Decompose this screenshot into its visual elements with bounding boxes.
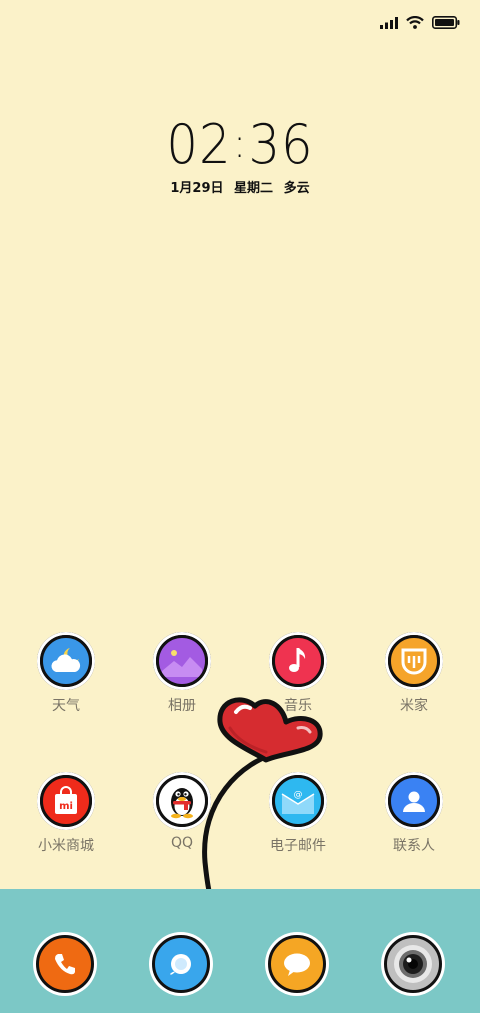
messages-icon xyxy=(268,935,326,993)
app-label: 电子邮件 xyxy=(270,838,326,854)
gallery-icon xyxy=(156,635,208,687)
contacts-icon xyxy=(388,775,440,827)
browser-icon xyxy=(152,935,210,993)
app-weather[interactable]: 天气 xyxy=(16,632,116,715)
clock-widget[interactable]: 02:36 1月29日 星期二 多云 xyxy=(0,112,480,196)
app-label: 相册 xyxy=(168,698,196,714)
app-label: 音乐 xyxy=(284,698,312,714)
app-gallery[interactable]: 相册 xyxy=(132,632,232,715)
wifi-icon xyxy=(406,16,424,29)
svg-text:mi: mi xyxy=(59,801,73,812)
app-qq[interactable]: QQ xyxy=(132,772,232,851)
app-mi-store[interactable]: mi 小米商城 xyxy=(16,772,116,855)
status-icons xyxy=(380,16,460,29)
app-label: 联系人 xyxy=(393,838,435,854)
clock-time: 02:36 xyxy=(19,112,461,177)
app-label: QQ xyxy=(170,835,194,851)
date-weather: 多云 xyxy=(283,181,310,196)
mi-store-icon: mi xyxy=(40,775,92,827)
dock xyxy=(0,889,480,1013)
clock-hour: 02 xyxy=(166,113,232,176)
dock-messages[interactable] xyxy=(265,932,329,996)
dock-browser[interactable] xyxy=(149,932,213,996)
battery-icon xyxy=(432,16,460,29)
date-line: 1月29日 星期二 多云 xyxy=(0,177,480,196)
camera-icon xyxy=(384,935,442,993)
email-icon: @ xyxy=(272,775,324,827)
app-label: 天气 xyxy=(52,698,80,714)
app-label: 米家 xyxy=(400,698,428,714)
app-contacts[interactable]: 联系人 xyxy=(364,772,464,855)
date-weekday: 星期二 xyxy=(234,181,274,196)
status-bar xyxy=(0,0,480,48)
signal-icon xyxy=(380,16,398,29)
svg-text:@: @ xyxy=(294,790,303,800)
app-email[interactable]: @ 电子邮件 xyxy=(248,772,348,855)
music-icon xyxy=(272,635,324,687)
app-label: 小米商城 xyxy=(38,838,94,854)
clock-separator: : xyxy=(233,121,247,167)
app-mijia[interactable]: 米家 xyxy=(364,632,464,715)
weather-icon xyxy=(40,635,92,687)
mijia-icon xyxy=(388,635,440,687)
dock-phone[interactable] xyxy=(33,932,97,996)
qq-penguin-icon xyxy=(156,775,208,827)
date-day: 1月29日 xyxy=(170,181,224,196)
clock-minute: 36 xyxy=(248,113,314,176)
dock-camera[interactable] xyxy=(381,932,445,996)
app-music[interactable]: 音乐 xyxy=(248,632,348,715)
phone-icon xyxy=(36,935,94,993)
